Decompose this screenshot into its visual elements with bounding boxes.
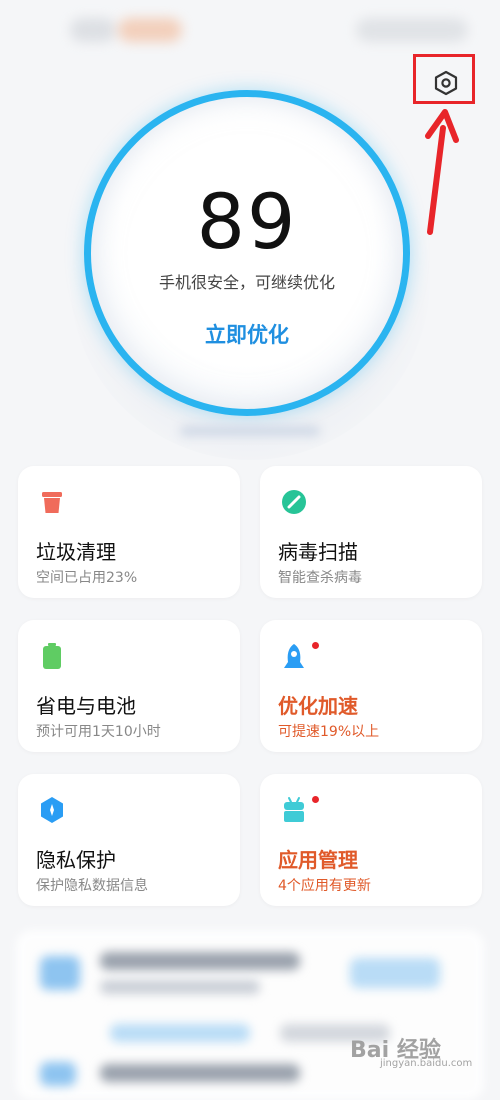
card-title: 隐私保护 (36, 848, 116, 872)
optimize-now-button[interactable]: 立即优化 (91, 319, 403, 349)
card-privacy[interactable]: 隐私保护 保护隐私数据信息 (18, 774, 240, 906)
bottom-icon2-blurred (40, 1062, 76, 1086)
card-virus-scan[interactable]: 病毒扫描 智能查杀病毒 (260, 466, 482, 598)
virus-scan-icon (282, 490, 306, 514)
card-title: 垃圾清理 (36, 540, 116, 564)
card-title: 应用管理 (278, 848, 358, 872)
notification-dot (312, 796, 319, 803)
card-battery[interactable]: 省电与电池 预计可用1天10小时 (18, 620, 240, 752)
circle-shadow (180, 426, 320, 436)
app-manage-icon (284, 797, 304, 822)
card-title: 优化加速 (278, 694, 358, 718)
rocket-icon (284, 644, 304, 668)
highlight-box (413, 54, 475, 104)
score-circle[interactable]: 89 手机很安全，可继续优化 立即优化 (84, 90, 410, 416)
card-title: 省电与电池 (36, 694, 136, 718)
card-subtitle: 可提速19%以上 (278, 724, 380, 740)
card-junk-clean[interactable]: 垃圾清理 空间已占用23% (18, 466, 240, 598)
score-status: 手机很安全，可继续优化 (158, 273, 335, 292)
card-title: 病毒扫描 (278, 540, 358, 564)
bottom-text2-blurred (100, 1064, 300, 1082)
header-title-blurred (70, 18, 116, 42)
notification-dot (312, 642, 319, 649)
watermark-url: jingyan.baidu.com (380, 1058, 473, 1069)
card-subtitle: 4个应用有更新 (278, 878, 371, 894)
bottom-subtext-blurred (100, 980, 260, 994)
card-app-manage[interactable]: 应用管理 4个应用有更新 (260, 774, 482, 906)
card-speed-up[interactable]: 优化加速 可提速19%以上 (260, 620, 482, 752)
score-value: 89 (196, 177, 298, 266)
header-right-blurred (356, 18, 468, 42)
bottom-icon-blurred (40, 956, 80, 990)
bottom-chip-blurred (110, 1024, 250, 1042)
card-subtitle: 预计可用1天10小时 (36, 724, 161, 740)
battery-icon (43, 643, 61, 669)
trash-icon (42, 492, 62, 513)
card-subtitle: 空间已占用23% (36, 570, 138, 586)
card-subtitle: 保护隐私数据信息 (36, 878, 148, 894)
card-subtitle: 智能查杀病毒 (278, 570, 362, 586)
privacy-shield-icon (41, 797, 63, 823)
header-badge-blurred (118, 18, 182, 42)
bottom-text-blurred (100, 952, 300, 970)
bottom-button-blurred (350, 958, 440, 988)
